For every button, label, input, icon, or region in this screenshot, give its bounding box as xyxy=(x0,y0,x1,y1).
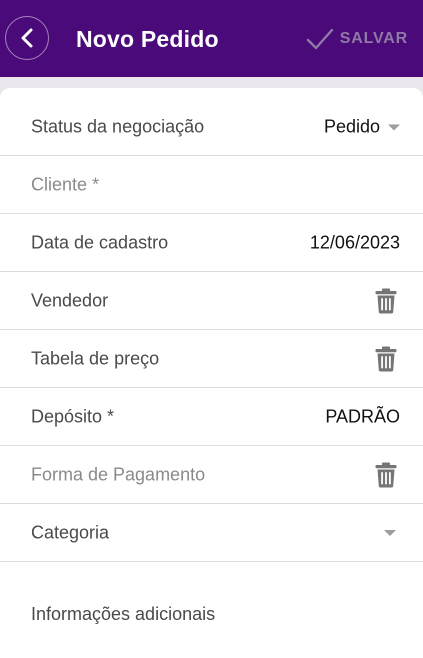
form-sheet: Status da negociação Pedido Cliente * Da… xyxy=(0,88,423,658)
status-negociacao-value: Pedido xyxy=(323,116,380,137)
check-icon xyxy=(306,28,333,50)
vendedor-row[interactable]: Vendedor xyxy=(0,273,423,330)
categoria-row[interactable]: Categoria xyxy=(0,505,423,562)
dropdown-caret-icon[interactable] xyxy=(384,530,396,536)
status-negociacao-select[interactable]: Pedido xyxy=(324,117,400,138)
tabela-preco-row[interactable]: Tabela de preço xyxy=(0,331,423,388)
informacoes-adicionais-label: Informações adicionais xyxy=(31,604,216,624)
status-negociacao-row[interactable]: Status da negociação Pedido xyxy=(0,99,423,156)
tabela-preco-label: Tabela de preço xyxy=(31,348,160,369)
back-button[interactable] xyxy=(5,16,49,60)
deposito-label: Depósito * xyxy=(31,406,115,427)
data-cadastro-row[interactable]: Data de cadastro 12/06/2023 xyxy=(0,215,423,272)
status-negociacao-label: Status da negociação xyxy=(31,116,205,137)
trash-icon[interactable] xyxy=(375,346,397,372)
save-button[interactable]: SALVAR xyxy=(306,22,408,56)
trash-icon[interactable] xyxy=(375,288,397,314)
cliente-row[interactable]: Cliente * xyxy=(0,157,423,214)
categoria-label: Categoria xyxy=(31,522,110,543)
data-cadastro-value[interactable]: 12/06/2023 xyxy=(310,233,400,254)
vendedor-label: Vendedor xyxy=(31,290,109,311)
deposito-value[interactable]: PADRÃO xyxy=(325,407,400,428)
dropdown-caret-icon xyxy=(388,124,400,130)
forma-pagamento-label: Forma de Pagamento xyxy=(31,464,206,485)
save-label: SALVAR xyxy=(339,30,408,47)
page-title: Novo Pedido xyxy=(76,26,219,52)
forma-pagamento-row[interactable]: Forma de Pagamento xyxy=(0,447,423,504)
deposito-row[interactable]: Depósito * PADRÃO xyxy=(0,389,423,446)
chevron-left-icon xyxy=(21,28,33,48)
cliente-field[interactable]: Cliente * xyxy=(31,175,99,196)
data-cadastro-label: Data de cadastro xyxy=(31,232,169,253)
trash-icon[interactable] xyxy=(375,462,397,488)
informacoes-adicionais-row[interactable]: Informações adicionais xyxy=(0,562,423,658)
app-bar: Novo Pedido SALVAR xyxy=(0,0,423,77)
